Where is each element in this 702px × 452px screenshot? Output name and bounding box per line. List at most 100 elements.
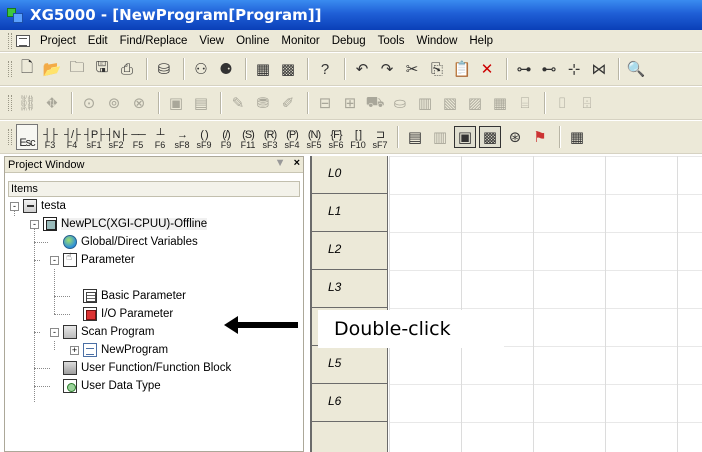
menu-help[interactable]: Help bbox=[463, 35, 499, 47]
delete-icon[interactable]: ✕ bbox=[476, 58, 498, 80]
menu-monitor[interactable]: Monitor bbox=[275, 35, 325, 47]
expand-icon[interactable]: + bbox=[70, 345, 79, 355]
flag-icon[interactable]: ⚑ bbox=[529, 126, 551, 148]
monitor-start-icon[interactable]: ⊟ bbox=[314, 92, 336, 114]
disconnect-icon[interactable]: ⛖ bbox=[41, 92, 63, 114]
ladder-icon[interactable]: ▦ bbox=[252, 58, 274, 80]
menu-project[interactable]: Project bbox=[34, 35, 82, 47]
contact-nc-button[interactable]: ┤/├ F4 bbox=[62, 124, 82, 150]
read-icon[interactable]: ▣ bbox=[165, 92, 187, 114]
rung-label[interactable]: L1 bbox=[312, 194, 388, 232]
project-settings-icon[interactable]: ⛁ bbox=[153, 58, 175, 80]
link-icon[interactable]: ⛃ bbox=[252, 92, 274, 114]
new-icon[interactable]: 🗋 bbox=[16, 58, 38, 80]
coil-p-button[interactable]: (P) sF4 bbox=[282, 124, 302, 150]
edit2-icon[interactable]: ⌷ bbox=[551, 92, 573, 114]
contact-no-button[interactable]: ┤├ F3 bbox=[40, 124, 60, 150]
menu-window[interactable]: Window bbox=[410, 35, 463, 47]
table-icon[interactable]: ▦ bbox=[566, 126, 588, 148]
rung-label[interactable]: L0 bbox=[312, 156, 388, 194]
collapse-icon[interactable]: - bbox=[50, 327, 59, 337]
view-variable-icon[interactable]: ▩ bbox=[479, 126, 501, 148]
tree-item-user-data-type[interactable]: User Data Type bbox=[63, 377, 161, 395]
view-ladder-icon[interactable]: ▣ bbox=[454, 126, 476, 148]
tree-item-global-variables[interactable]: Global/Direct Variables bbox=[63, 233, 198, 251]
rung-label[interactable]: L6 bbox=[312, 384, 388, 422]
reset-icon[interactable]: ✐ bbox=[277, 92, 299, 114]
rung-label[interactable]: L2 bbox=[312, 232, 388, 270]
pin-icon[interactable]: ▼ bbox=[275, 157, 286, 169]
edit3-icon[interactable]: ⌹ bbox=[576, 92, 598, 114]
esc-key-button[interactable]: Esc bbox=[16, 124, 38, 150]
ladder-grid[interactable] bbox=[389, 156, 702, 452]
history-icon[interactable]: ▨ bbox=[464, 92, 486, 114]
menu-document-icon[interactable] bbox=[16, 34, 30, 47]
coil-negated-button[interactable]: (/) F9 bbox=[216, 124, 236, 150]
paste-icon[interactable]: 📋 bbox=[451, 58, 473, 80]
toolbar-grip[interactable] bbox=[8, 129, 12, 145]
save-icon[interactable]: 🖫 bbox=[91, 58, 113, 80]
rung-label[interactable]: L3 bbox=[312, 270, 388, 308]
network-icon[interactable]: ⊹ bbox=[563, 58, 585, 80]
io-icon[interactable]: ▥ bbox=[414, 92, 436, 114]
coil-reset-button[interactable]: (R) sF3 bbox=[260, 124, 280, 150]
horizontal-line-button[interactable]: ── F5 bbox=[128, 124, 148, 150]
cut-icon[interactable]: ✂ bbox=[401, 58, 423, 80]
data-icon[interactable]: ⛀ bbox=[389, 92, 411, 114]
run-icon[interactable]: ⊙ bbox=[78, 92, 100, 114]
open-project-icon[interactable]: 🗀 bbox=[66, 58, 88, 80]
compile-icon[interactable]: ▩ bbox=[277, 58, 299, 80]
zoom-icon[interactable]: ⊛ bbox=[504, 126, 526, 148]
connect-line-button[interactable]: → sF8 bbox=[172, 124, 192, 150]
collapse-icon[interactable]: - bbox=[30, 219, 39, 229]
close-icon[interactable]: × bbox=[294, 157, 300, 169]
menu-debug[interactable]: Debug bbox=[326, 35, 372, 47]
event-icon[interactable]: ▦ bbox=[489, 92, 511, 114]
help-icon[interactable]: ? bbox=[314, 58, 336, 80]
toolbar-grip[interactable] bbox=[8, 95, 12, 111]
toolbar-grip[interactable] bbox=[8, 32, 12, 49]
vertical-line-button[interactable]: ┴ F6 bbox=[150, 124, 170, 150]
toolbar-grip[interactable] bbox=[8, 61, 12, 77]
redo-icon[interactable]: ↷ bbox=[376, 58, 398, 80]
output-comment-icon[interactable]: ▥ bbox=[429, 126, 451, 148]
write-icon[interactable]: ▤ bbox=[190, 92, 212, 114]
monitor-icon[interactable]: ⚈ bbox=[215, 58, 237, 80]
coil-n-button[interactable]: (N) sF5 bbox=[304, 124, 324, 150]
ladder-editor[interactable]: L0 L1 L2 L3 L4 L5 L6 bbox=[310, 156, 702, 452]
menu-online[interactable]: Online bbox=[230, 35, 275, 47]
print-icon[interactable]: ⎙ bbox=[116, 58, 138, 80]
find-icon[interactable]: 🔍 bbox=[625, 58, 647, 80]
coil-set-button[interactable]: (S) F11 bbox=[238, 124, 258, 150]
rung-label[interactable]: L5 bbox=[312, 346, 388, 384]
function-block-button[interactable]: [ ] F10 bbox=[348, 124, 368, 150]
settings-icon[interactable]: ✎ bbox=[227, 92, 249, 114]
collapse-icon[interactable]: - bbox=[50, 255, 59, 265]
copy-icon[interactable]: ⎘ bbox=[426, 58, 448, 80]
coil-button[interactable]: ( ) sF9 bbox=[194, 124, 214, 150]
edit-icon[interactable]: ⌸ bbox=[514, 92, 536, 114]
tree-item-plc[interactable]: - NewPLC(XGI-CPUU)-Offline bbox=[30, 215, 208, 233]
delete-line-icon[interactable]: ⋈ bbox=[588, 58, 610, 80]
connect-icon[interactable]: ⛓ bbox=[16, 92, 38, 114]
cut-line-icon[interactable]: ⊷ bbox=[538, 58, 560, 80]
tree-item-scan-program[interactable]: - Scan Program bbox=[50, 323, 155, 341]
online-icon[interactable]: ⚇ bbox=[190, 58, 212, 80]
menu-tools[interactable]: Tools bbox=[372, 35, 411, 47]
contact-p-button[interactable]: ┤P├ sF1 bbox=[84, 124, 105, 150]
items-column-header[interactable]: Items bbox=[8, 181, 300, 197]
tree-item-io-parameter[interactable]: I/O Parameter bbox=[83, 305, 173, 323]
tree-item-new-program[interactable]: + NewProgram bbox=[70, 341, 168, 359]
tree-item-project[interactable]: - testa bbox=[10, 197, 66, 215]
pause-icon[interactable]: ⊗ bbox=[128, 92, 150, 114]
system-icon[interactable]: ▧ bbox=[439, 92, 461, 114]
open-icon[interactable]: 📂 bbox=[41, 58, 63, 80]
jump-button[interactable]: ⊐ sF7 bbox=[370, 124, 390, 150]
insert-icon[interactable]: ⊶ bbox=[513, 58, 535, 80]
menu-view[interactable]: View bbox=[193, 35, 230, 47]
menu-edit[interactable]: Edit bbox=[82, 35, 114, 47]
collapse-icon[interactable]: - bbox=[10, 201, 19, 211]
comment-icon[interactable]: ▤ bbox=[404, 126, 426, 148]
contact-n-button[interactable]: ┤N├ sF2 bbox=[106, 124, 128, 150]
tree-item-parameter[interactable]: - Parameter bbox=[50, 251, 135, 269]
